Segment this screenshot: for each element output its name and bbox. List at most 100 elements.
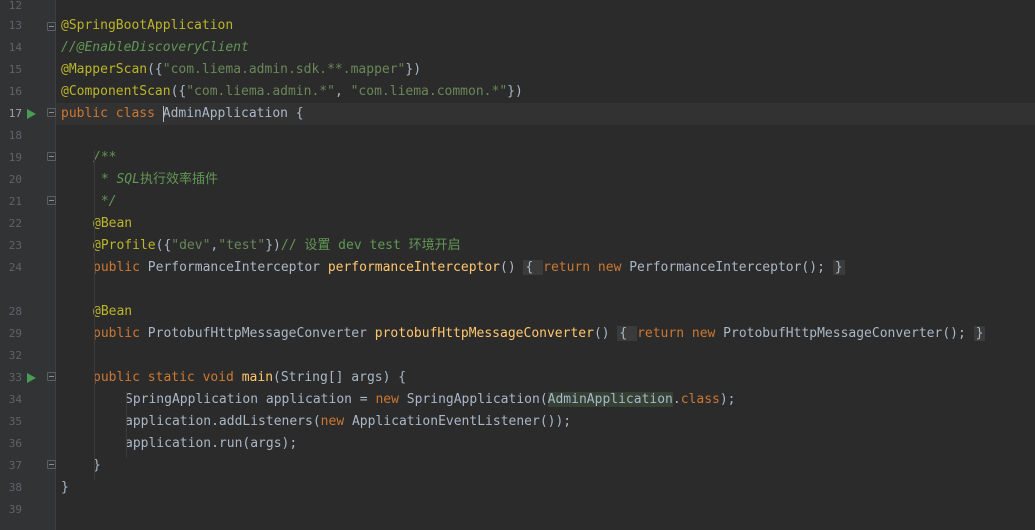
indent-guide [126, 392, 127, 458]
keyword: class [680, 392, 720, 407]
line-number-37: 37 [8, 459, 22, 472]
code-line-37[interactable]: } [93, 455, 1035, 477]
line-number-28: 28 [8, 305, 22, 318]
code-line-33[interactable]: public static void main(String[] args) { [93, 367, 1035, 389]
folded-region-close[interactable]: } [973, 326, 986, 341]
line-number-14: 14 [8, 41, 22, 54]
keyword: new [320, 414, 352, 429]
line-number-18: 18 [8, 129, 22, 142]
line-number-29: 29 [8, 327, 22, 340]
indent-guide [94, 150, 95, 480]
code-token: SpringApplication( [406, 392, 548, 407]
line-comment: // 设置 dev test 环境开启 [280, 238, 461, 253]
folded-region-open[interactable]: { [523, 260, 544, 275]
run-gutter-icon[interactable] [27, 109, 36, 119]
code-line-23[interactable]: @Profile({"dev","test"})// 设置 dev test 环… [93, 235, 1035, 257]
keyword: new [375, 392, 407, 407]
line-comment: //@EnableDiscoveryClient [61, 40, 249, 55]
line-number-20: 20 [8, 173, 22, 186]
code-token: (String[] args) { [273, 370, 407, 385]
folded-region-open[interactable]: { [617, 326, 638, 341]
doc-comment: 执行效率插件 [139, 172, 218, 187]
line-number-15: 15 [8, 63, 22, 76]
line-number-35: 35 [8, 415, 22, 428]
line-number-22: 22 [8, 217, 22, 230]
code-token: ApplicationEventListener()); [351, 414, 572, 429]
keyword: public class [61, 106, 163, 121]
code-line-36[interactable]: application.run(args); [125, 433, 1035, 455]
keyword: return new [637, 326, 724, 341]
code-token: ({ [155, 238, 172, 253]
code-editor[interactable]: 12 13 14 15 16 17 18 19 20 21 22 23 24 28 29 32 33 34 35 36… [0, 0, 1035, 530]
code-token: { [287, 106, 304, 121]
highlighted-usage: AdminApplication [547, 392, 673, 407]
doc-comment: /** [93, 150, 117, 165]
fold-icon[interactable] [47, 460, 56, 469]
keyword: public static void [93, 370, 242, 385]
folded-region-close[interactable]: } [832, 260, 845, 275]
code-line-15[interactable]: @MapperScan({"com.liema.admin.sdk.**.map… [61, 59, 1035, 81]
code-token: }) [405, 62, 422, 77]
code-token: ProtobufHttpMessageConverter(); [723, 326, 974, 341]
code-token: ); [719, 392, 736, 407]
code-area[interactable]: @SpringBootApplication //@EnableDiscover… [56, 0, 1035, 530]
keyword: return new [543, 260, 630, 275]
code-token: application.run(args); [125, 436, 298, 451]
method-name: performanceInterceptor [327, 260, 500, 275]
fold-icon[interactable] [47, 108, 56, 117]
code-line-13[interactable]: @SpringBootApplication [61, 15, 1035, 37]
line-number-23: 23 [8, 239, 22, 252]
line-number-36: 36 [8, 437, 22, 450]
line-number-21: 21 [8, 195, 22, 208]
code-token: ({ [170, 84, 187, 99]
run-gutter-icon[interactable] [27, 373, 36, 383]
class-name: AdminApplication [162, 106, 288, 121]
fold-icon[interactable] [47, 152, 56, 161]
fold-icon[interactable] [47, 372, 56, 381]
string-literal: "com.liema.admin.*" [186, 84, 335, 99]
closing-brace: } [61, 480, 69, 495]
line-number-13: 13 [8, 19, 22, 32]
type-name: ProtobufHttpMessageConverter [147, 326, 375, 341]
annotation-componentscan: @ComponentScan [61, 84, 171, 99]
annotation-mapperscan: @MapperScan [61, 62, 148, 77]
string-literal: "com.liema.admin.sdk.**.mapper" [162, 62, 406, 77]
line-number-19: 19 [8, 151, 22, 164]
code-line-20[interactable]: * SQL执行效率插件 [93, 169, 1035, 191]
string-literal: "com.liema.common.*" [350, 84, 508, 99]
code-token: }) [265, 238, 281, 253]
code-line-14[interactable]: //@EnableDiscoveryClient [61, 37, 1035, 59]
code-token: () [500, 260, 524, 275]
annotation-springbootapplication: @SpringBootApplication [61, 18, 234, 33]
string-literal: "test" [218, 238, 266, 253]
code-token: ({ [147, 62, 163, 77]
type-name: PerformanceInterceptor [147, 260, 328, 275]
code-line-29[interactable]: public ProtobufHttpMessageConverter prot… [93, 323, 1035, 345]
code-line-34[interactable]: SpringApplication application = new Spri… [125, 389, 1035, 411]
line-number-38: 38 [8, 481, 22, 494]
code-line-16[interactable]: @ComponentScan({"com.liema.admin.*", "co… [61, 81, 1035, 103]
code-token: PerformanceInterceptor(); [629, 260, 833, 275]
code-line-17-current[interactable]: public class AdminApplication { [56, 103, 1035, 125]
doc-comment: */ [93, 194, 117, 209]
annotation-bean: @Bean [93, 216, 133, 231]
line-number-32: 32 [8, 349, 22, 362]
code-line-21[interactable]: */ [93, 191, 1035, 213]
code-token: () [593, 326, 618, 341]
code-line-35[interactable]: application.addListeners(new Application… [125, 411, 1035, 433]
code-token: SpringApplication application = [125, 392, 376, 407]
code-token: }) [507, 84, 523, 99]
keyword: public [93, 326, 148, 341]
code-line-22[interactable]: @Bean [93, 213, 1035, 235]
code-line-19[interactable]: /** [93, 147, 1035, 169]
code-token: application.addListeners( [125, 414, 321, 429]
line-number-16: 16 [8, 85, 22, 98]
code-line-24[interactable]: public PerformanceInterceptor performanc… [93, 257, 1035, 279]
fold-icon[interactable] [47, 196, 56, 205]
code-line-38[interactable]: } [61, 477, 1035, 499]
code-line-28[interactable]: @Bean [93, 301, 1035, 323]
line-number-33: 33 [8, 371, 22, 384]
fold-icon[interactable] [47, 22, 56, 31]
line-number-24: 24 [8, 261, 22, 274]
annotation-profile: @Profile [93, 238, 156, 253]
